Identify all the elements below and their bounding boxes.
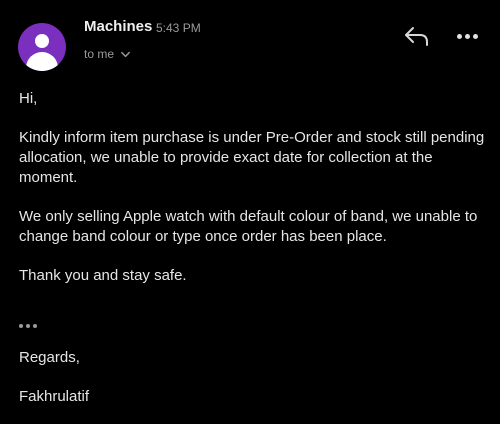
more-options-button[interactable] [454,28,480,44]
recipient-label: to me [84,47,115,61]
sender-avatar[interactable] [18,23,66,71]
avatar-person-head-icon [35,34,49,48]
message-paragraph: Kindly inform item purchase is under Pre… [19,129,485,186]
ellipsis-icon-dot [33,324,37,328]
message-paragraph: Thank you and stay safe. [19,267,187,284]
show-trimmed-content-button[interactable] [19,320,43,332]
recipient-details-toggle[interactable]: to me [84,47,131,61]
avatar-person-body-icon [26,52,58,71]
chevron-down-icon [121,51,130,57]
message-time: 5:43 PM [156,21,201,35]
sender-name: Machines [84,18,153,35]
more-horizontal-icon-dot [464,33,470,39]
more-horizontal-icon [456,33,462,39]
message-paragraph: We only selling Apple watch with default… [19,208,478,245]
ellipsis-icon-dot [26,324,30,328]
reply-icon [405,27,428,46]
signature-text: Fakhrulatif [19,388,90,405]
greeting-text: Hi, [19,90,38,107]
more-horizontal-icon-dot [472,33,478,39]
reply-button[interactable] [402,24,432,48]
message-body: Hi, Kindly inform item purchase is under… [19,89,489,286]
ellipsis-icon [19,324,23,328]
closing-text: Regards, [19,349,80,366]
